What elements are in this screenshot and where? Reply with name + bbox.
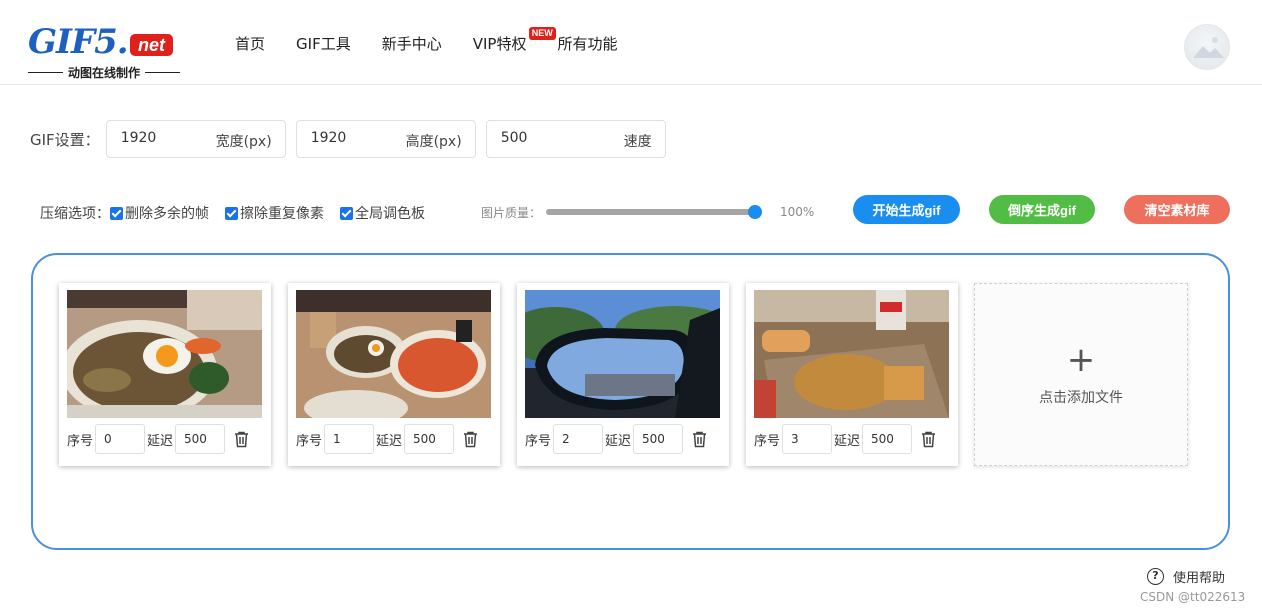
nav-item-vip-label: VIP特权 xyxy=(472,34,527,53)
trash-icon[interactable] xyxy=(233,430,249,448)
checkbox-erase-pixels-label: 擦除重复像素 xyxy=(240,206,324,222)
width-suffix: 宽度(px) xyxy=(215,134,272,150)
quality-value: 100% xyxy=(780,205,815,219)
quality-slider[interactable] xyxy=(546,205,763,219)
frame-controls: 序号 延迟 xyxy=(754,424,954,454)
index-input[interactable] xyxy=(782,424,833,454)
delay-input[interactable] xyxy=(175,424,226,454)
checkbox-erase-pixels[interactable]: 擦除重复像素 xyxy=(225,203,324,223)
speed-suffix: 速度 xyxy=(623,134,652,150)
site-logo[interactable]: GIF5. net 动图在线制作 xyxy=(28,22,183,80)
checkbox-checked-icon[interactable] xyxy=(110,206,123,220)
frame-controls: 序号 延迟 xyxy=(296,424,496,454)
delay-label: 延迟 xyxy=(376,433,403,449)
checkbox-checked-icon[interactable] xyxy=(225,206,238,220)
plus-icon: + xyxy=(1066,339,1096,380)
checkbox-global-palette-label: 全局调色板 xyxy=(355,206,425,222)
delay-input[interactable] xyxy=(404,424,455,454)
car-mirror-road-image xyxy=(525,290,720,418)
food-waffle-chicken-image xyxy=(754,290,949,418)
delay-label: 延迟 xyxy=(147,433,174,449)
trash-icon[interactable] xyxy=(462,430,478,448)
logo-net-badge: net xyxy=(130,34,173,56)
header: GIF5. net 动图在线制作 首页 GIF工具 新手中心 VIP特权 NEW… xyxy=(0,0,1262,85)
help-label: 使用帮助 xyxy=(1173,571,1226,586)
index-label: 序号 xyxy=(296,433,323,449)
index-label: 序号 xyxy=(525,433,552,449)
quality-slider-thumb[interactable] xyxy=(748,205,763,219)
logo-text: GIF5. xyxy=(28,22,129,62)
add-file-label: 点击添加文件 xyxy=(1039,389,1123,406)
frame-thumbnail xyxy=(754,290,949,418)
nav-item-all-features[interactable]: 所有功能 xyxy=(557,33,617,54)
help-link[interactable]: ? 使用帮助 xyxy=(1147,567,1225,586)
trash-icon[interactable] xyxy=(691,430,707,448)
nav-item-home[interactable]: 首页 xyxy=(235,33,265,54)
compress-options: 压缩选项： 删除多余的帧 擦除重复像素 全局调色板 xyxy=(40,203,441,223)
frame-thumbnail xyxy=(525,290,720,418)
nav-item-vip[interactable]: VIP特权 NEW xyxy=(472,26,556,54)
speed-input[interactable] xyxy=(500,130,591,146)
checkbox-remove-frames-label: 删除多余的帧 xyxy=(125,206,209,222)
nav-item-beginner-center[interactable]: 新手中心 xyxy=(382,33,442,54)
speed-field: 速度 xyxy=(485,120,666,158)
logo-line-left xyxy=(28,72,63,73)
gif-settings-label: GIF设置： xyxy=(30,130,100,149)
new-badge: NEW xyxy=(528,26,556,40)
height-input[interactable] xyxy=(310,130,401,146)
logo-line-right xyxy=(145,72,181,73)
index-input[interactable] xyxy=(324,424,375,454)
avatar[interactable] xyxy=(1184,24,1230,70)
index-input[interactable] xyxy=(95,424,146,454)
frame-card[interactable]: 序号 延迟 xyxy=(59,283,271,466)
quality-label: 图片质量： xyxy=(481,205,542,220)
quality-control: 图片质量： 100% xyxy=(481,203,814,221)
checkbox-remove-frames[interactable]: 删除多余的帧 xyxy=(110,203,209,223)
frame-card[interactable]: 序号 延迟 xyxy=(288,283,500,466)
width-input[interactable] xyxy=(120,130,211,146)
question-icon: ? xyxy=(1147,568,1164,585)
watermark: CSDN @tt022613 xyxy=(1140,590,1246,604)
index-label: 序号 xyxy=(754,433,781,449)
delay-input[interactable] xyxy=(633,424,684,454)
checkbox-checked-icon[interactable] xyxy=(340,206,353,220)
frame-card[interactable]: 序号 延迟 xyxy=(746,283,958,466)
logo-subtitle-text: 动图在线制作 xyxy=(68,66,141,80)
start-generate-button[interactable]: 开始生成gif xyxy=(853,195,960,224)
index-input[interactable] xyxy=(553,424,604,454)
frames-dropzone[interactable]: 序号 延迟 序号 xyxy=(31,253,1230,550)
delay-label: 延迟 xyxy=(605,433,632,449)
trash-icon[interactable] xyxy=(920,430,936,448)
frame-controls: 序号 延迟 xyxy=(67,424,267,454)
height-suffix: 高度(px) xyxy=(405,134,462,150)
index-label: 序号 xyxy=(67,433,94,449)
gif-settings: GIF设置： 宽度(px) 高度(px) 速度 xyxy=(30,120,676,158)
nav-item-gif-tools[interactable]: GIF工具 xyxy=(296,33,351,54)
main-nav: 首页 GIF工具 新手中心 VIP特权 NEW 所有功能 xyxy=(235,26,648,58)
add-file-button[interactable]: + 点击添加文件 xyxy=(974,283,1188,466)
height-field: 高度(px) xyxy=(295,120,476,158)
width-field: 宽度(px) xyxy=(105,120,286,158)
delay-input[interactable] xyxy=(862,424,913,454)
delay-label: 延迟 xyxy=(834,433,861,449)
logo-subtitle: 动图在线制作 xyxy=(28,64,181,81)
frame-controls: 序号 延迟 xyxy=(525,424,725,454)
frame-thumbnail xyxy=(67,290,262,418)
food-table-pizza-image xyxy=(296,290,491,418)
frame-card[interactable]: 序号 延迟 xyxy=(517,283,729,466)
compress-label: 压缩选项： xyxy=(40,206,110,222)
clear-library-button[interactable]: 清空素材库 xyxy=(1124,195,1230,224)
checkbox-global-palette[interactable]: 全局调色板 xyxy=(340,203,425,223)
food-bowl-egg-image xyxy=(67,290,262,418)
frame-thumbnail xyxy=(296,290,491,418)
avatar-placeholder-icon xyxy=(1193,37,1224,58)
reverse-generate-button[interactable]: 倒序生成gif xyxy=(989,195,1095,224)
